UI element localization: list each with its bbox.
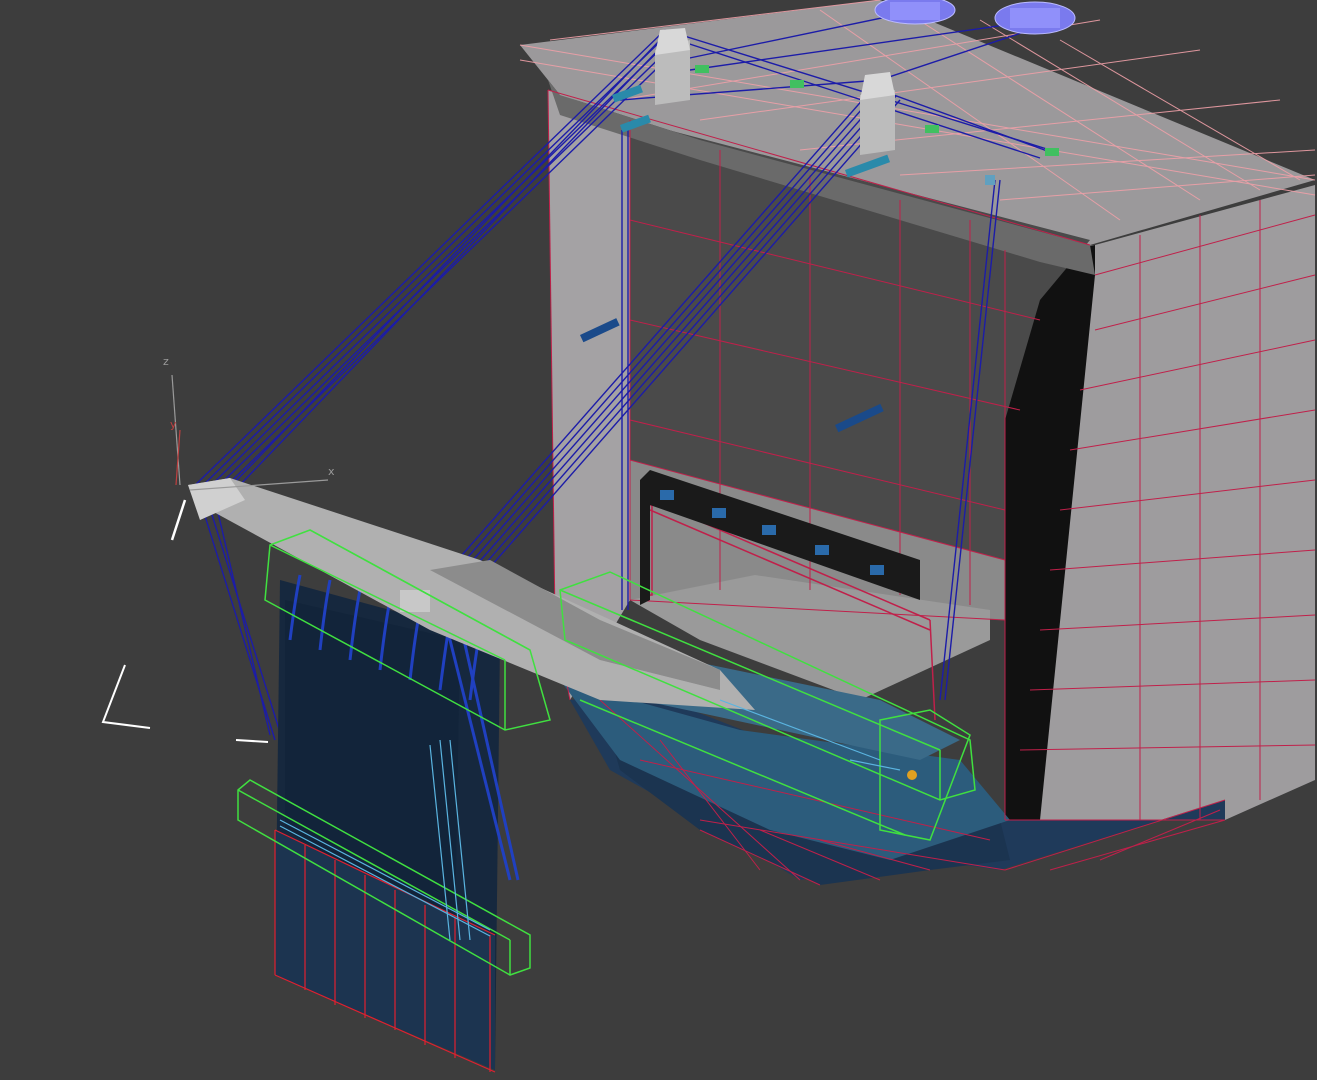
selection-bracket [101, 664, 269, 743]
z-axis-label: z [163, 355, 169, 368]
winch-right[interactable] [994, 1, 1076, 35]
scene-canvas[interactable]: z y x [0, 0, 1317, 1080]
x-axis-label: x [328, 465, 335, 478]
winch-left[interactable] [874, 0, 956, 25]
y-axis-label: y [170, 418, 177, 431]
3d-viewport[interactable]: z y x [0, 0, 1317, 1080]
pivot-marker [170, 499, 187, 541]
